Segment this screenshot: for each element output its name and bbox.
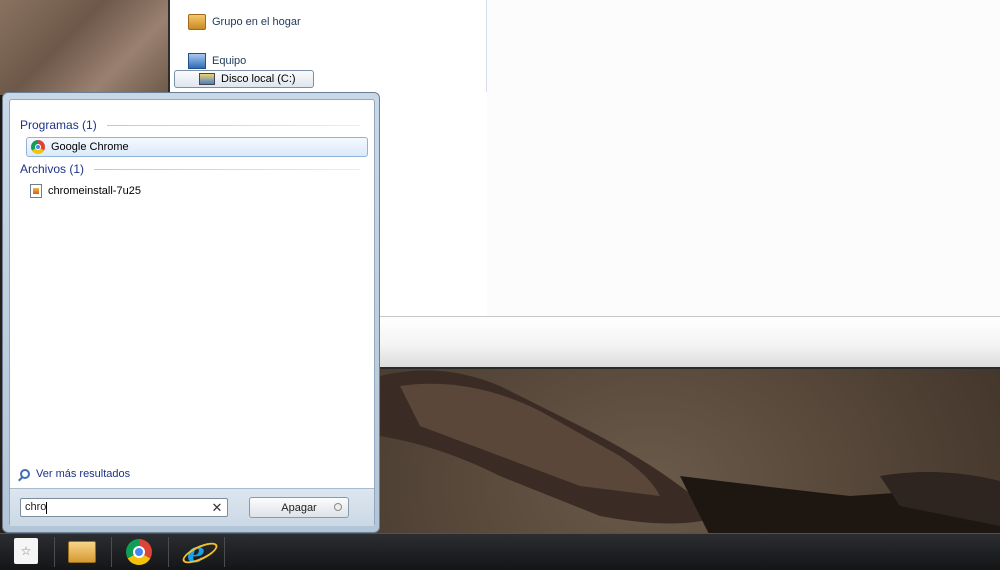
section-title: Archivos (1)	[20, 162, 85, 176]
section-title: Programas (1)	[20, 118, 97, 132]
internet-explorer-icon: e	[187, 535, 205, 569]
shutdown-label: Apagar	[281, 501, 317, 514]
taskbar-separator	[224, 537, 225, 567]
search-text: chro	[25, 501, 47, 514]
desktop-wallpaper-top	[0, 0, 168, 95]
section-header-files[interactable]: Archivos (1)	[20, 162, 360, 176]
nav-item-label: Disco local (C:)	[221, 73, 296, 85]
chrome-icon	[126, 539, 152, 565]
taskbar-file-explorer[interactable]	[56, 535, 108, 569]
taskbar-separator	[168, 537, 169, 567]
result-chromeinstall[interactable]: chromeinstall-7u25	[26, 181, 368, 201]
taskbar: ☆ e	[0, 533, 1000, 570]
taskbar-internet-explorer[interactable]: e	[170, 535, 222, 569]
divider	[94, 168, 360, 170]
shutdown-options-icon[interactable]	[334, 503, 342, 511]
star-icon: ☆	[20, 544, 32, 558]
computer-icon	[188, 53, 206, 69]
java-file-icon	[30, 184, 42, 198]
result-google-chrome[interactable]: Google Chrome	[26, 137, 368, 157]
result-label: Google Chrome	[51, 141, 129, 153]
homegroup-icon	[188, 14, 206, 30]
nav-item-local-disk[interactable]: Disco local (C:)	[174, 70, 314, 88]
file-list-area[interactable]	[487, 0, 1000, 316]
search-input-value: chro	[25, 501, 211, 514]
nav-item-label: Equipo	[212, 55, 247, 67]
nav-item-label: Grupo en el hogar	[212, 16, 301, 28]
navigation-pane: Grupo en el hogar Equipo Disco local (C:…	[170, 0, 487, 92]
divider	[106, 124, 360, 126]
search-results-panel: Programas (1) Google Chrome Archivos (1)…	[9, 99, 375, 526]
taskbar-google-chrome[interactable]	[113, 535, 165, 569]
nav-item-homegroup[interactable]: Grupo en el hogar	[188, 14, 301, 30]
shutdown-button[interactable]: Apagar	[249, 497, 349, 518]
see-more-results-link[interactable]: Ver más resultados	[20, 468, 130, 480]
section-header-programs[interactable]: Programas (1)	[20, 118, 360, 132]
search-icon	[20, 469, 30, 479]
wallpaper-rock	[380, 370, 1000, 536]
taskbar-separator	[111, 537, 112, 567]
start-menu: Programas (1) Google Chrome Archivos (1)…	[2, 92, 380, 533]
nav-item-computer[interactable]: Equipo	[188, 53, 246, 69]
taskbar-separator	[54, 537, 55, 567]
close-icon[interactable]: ✕	[211, 500, 223, 516]
see-more-label: Ver más resultados	[36, 468, 131, 480]
details-pane	[380, 316, 1000, 369]
text-caret	[46, 501, 48, 514]
hard-drive-icon	[199, 73, 215, 85]
result-label: chromeinstall-7u25	[48, 185, 141, 197]
start-button[interactable]: ☆	[14, 538, 38, 564]
chrome-icon	[31, 140, 45, 154]
folder-icon	[68, 541, 96, 563]
search-input[interactable]: chro ✕	[20, 498, 228, 517]
